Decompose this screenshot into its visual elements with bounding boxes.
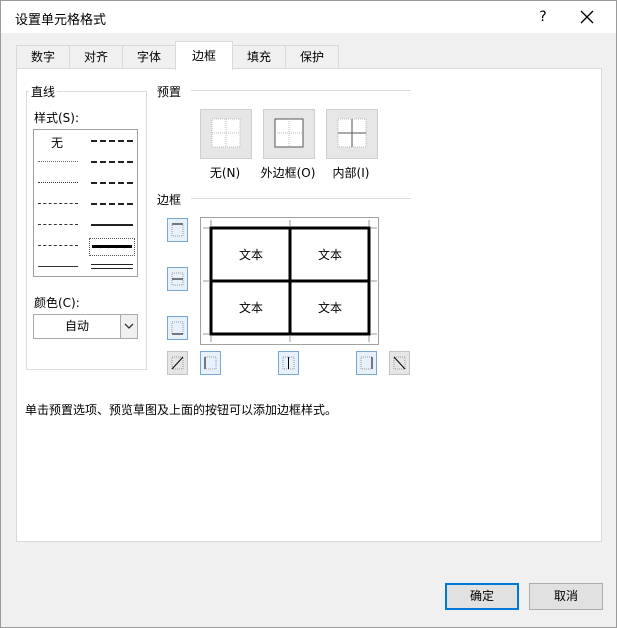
close-button[interactable] <box>576 6 598 28</box>
cancel-button[interactable]: 取消 <box>529 583 603 610</box>
preview-cell-text: 文本 <box>317 301 342 315</box>
tab-font[interactable]: 字体 <box>122 45 176 69</box>
line-style-slanted-dash-dot[interactable] <box>91 161 133 163</box>
border-right-button[interactable] <box>356 351 377 375</box>
preset-outline-label: 外边框(O) <box>260 166 316 180</box>
line-group-title: 直线 <box>29 83 58 100</box>
border-bottom-button[interactable] <box>167 316 188 340</box>
border-left-button[interactable] <box>200 351 221 375</box>
border-preview[interactable]: 文本 文本 文本 文本 <box>200 217 379 345</box>
border-left-icon <box>204 356 217 370</box>
border-inside-horizontal-button[interactable] <box>167 267 188 291</box>
line-style-none[interactable]: 无 <box>51 134 63 151</box>
line-style-dashed[interactable] <box>38 245 78 246</box>
line-style-medium-dash-dot[interactable] <box>91 182 133 184</box>
preset-outline-icon <box>274 118 304 148</box>
ok-button[interactable]: 确定 <box>445 583 519 610</box>
line-style-dotted[interactable] <box>38 182 78 183</box>
tab-alignment[interactable]: 对齐 <box>69 45 123 69</box>
preview-cell-text: 文本 <box>238 248 263 262</box>
diagonal-down-icon <box>393 356 406 370</box>
border-separator <box>191 198 411 199</box>
dropdown-button[interactable] <box>120 315 137 338</box>
border-inside-horizontal-icon <box>171 272 184 286</box>
preset-none-icon <box>211 118 241 148</box>
preset-outline-button[interactable] <box>263 109 315 159</box>
preset-none-button[interactable] <box>200 109 252 159</box>
dialog-title: 设置单元格格式 <box>15 13 107 28</box>
line-style-double[interactable] <box>91 264 133 269</box>
line-color-value: 自动 <box>64 319 89 333</box>
line-style-thin[interactable] <box>38 266 78 267</box>
border-top-button[interactable] <box>167 218 188 242</box>
presets-title: 预置 <box>157 85 182 99</box>
border-top-icon <box>171 223 184 237</box>
border-diagonal-up-button[interactable] <box>167 351 188 375</box>
line-style-medium-dash-dot-dot[interactable] <box>91 140 133 142</box>
diagonal-up-icon <box>171 356 184 370</box>
border-bottom-icon <box>171 321 184 335</box>
line-style-thick[interactable] <box>92 245 132 248</box>
chevron-down-icon <box>124 323 134 329</box>
line-style-dash-dot[interactable] <box>38 224 78 225</box>
line-style-label: 样式(S): <box>34 111 80 125</box>
border-diagonal-down-button[interactable] <box>389 351 410 375</box>
line-style-medium-dashed[interactable] <box>91 203 133 205</box>
hint-text: 单击预置选项、预览草图及上面的按钮可以添加边框样式。 <box>25 403 338 417</box>
tab-number[interactable]: 数字 <box>16 45 70 69</box>
line-style-list[interactable]: 无 <box>33 129 138 277</box>
tab-protection[interactable]: 保护 <box>285 45 339 69</box>
preset-inside-icon <box>337 118 367 148</box>
tab-border[interactable]: 边框 <box>175 41 233 70</box>
help-button[interactable]: ? <box>532 6 554 28</box>
border-tab-panel: 直线 样式(S): 无 颜色(C): 自动 预置 无(N) 外边框(O) 内部(… <box>16 68 602 542</box>
line-style-medium[interactable] <box>91 224 133 226</box>
presets-separator <box>191 90 411 91</box>
line-style-dash-dot-dot[interactable] <box>38 203 78 204</box>
border-inside-vertical-icon <box>282 356 295 370</box>
preset-inside-button[interactable] <box>326 109 378 159</box>
border-right-icon <box>360 356 373 370</box>
preview-cell-text: 文本 <box>317 248 342 262</box>
preset-none-label: 无(N) <box>209 166 241 180</box>
format-cells-dialog: 设置单元格格式 ? 数字 对齐 字体 边框 填充 保护 直线 样式(S): 无 <box>0 0 617 628</box>
close-icon <box>580 10 594 24</box>
line-color-label: 颜色(C): <box>34 296 80 310</box>
preset-inside-label: 内部(I) <box>332 166 370 180</box>
preview-cell-text: 文本 <box>238 301 263 315</box>
line-color-select[interactable]: 自动 <box>33 314 138 339</box>
title-bar: 设置单元格格式 ? <box>1 1 616 33</box>
tab-fill[interactable]: 填充 <box>232 45 286 69</box>
line-style-hair[interactable] <box>38 161 78 162</box>
border-title: 边框 <box>157 193 182 207</box>
border-inside-vertical-button[interactable] <box>278 351 299 375</box>
